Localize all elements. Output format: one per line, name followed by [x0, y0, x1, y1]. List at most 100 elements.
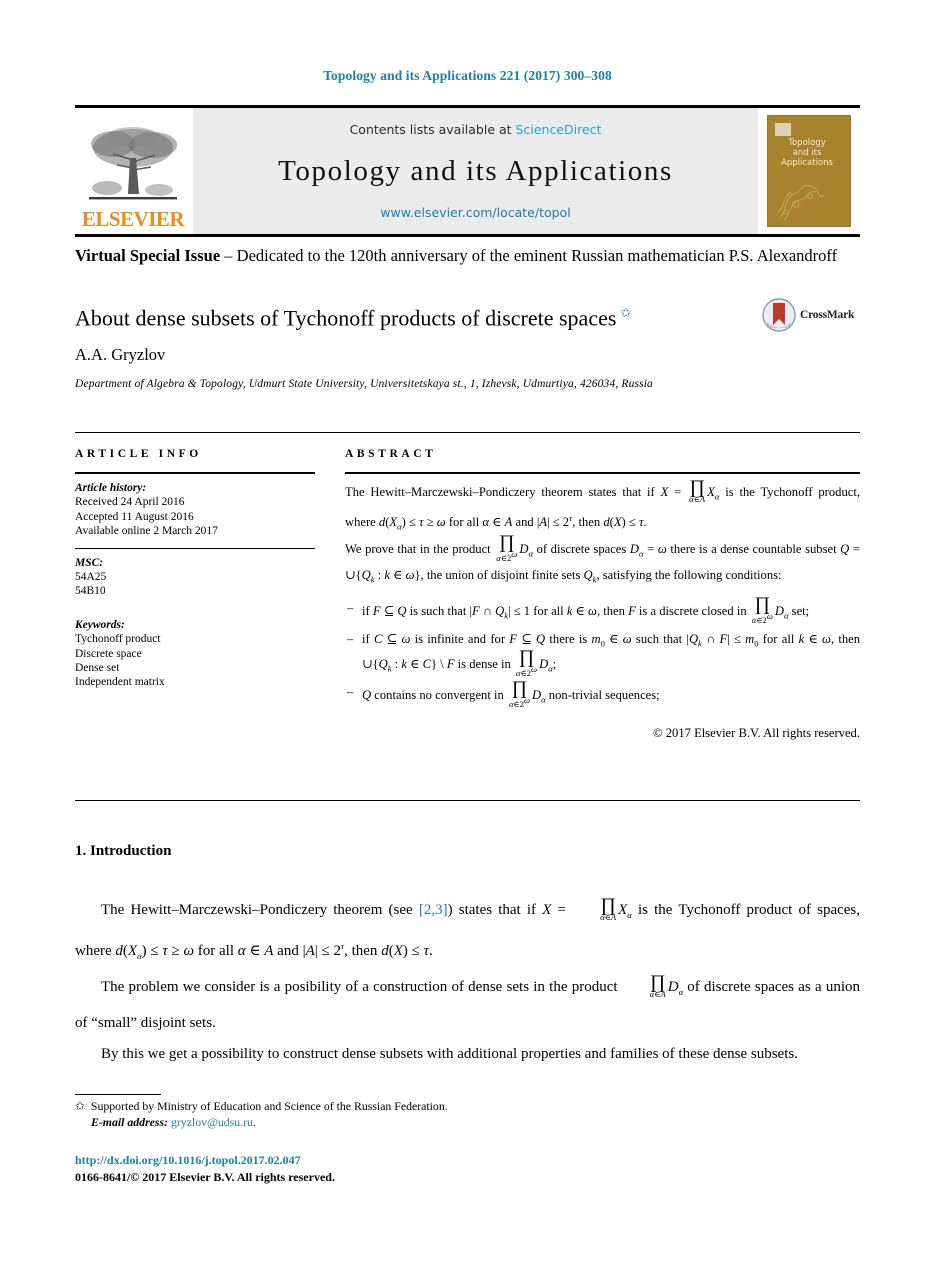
page-title: About dense subsets of Tychonoff product…	[75, 299, 715, 332]
abstract-paragraph-1: The Hewitt–Marczewski–Pondiczery theorem…	[345, 477, 860, 532]
cover-title-text: Topology and its Applications	[781, 138, 833, 168]
doi-link[interactable]: http://dx.doi.org/10.1016/j.topol.2017.0…	[75, 1152, 335, 1169]
journal-homepage-link[interactable]: www.elsevier.com/locate/topol	[380, 205, 570, 220]
footnote-rule	[75, 1094, 161, 1095]
cond2-seg-a: if	[362, 631, 374, 646]
keywords-block: Keywords: Tychonoff product Discrete spa…	[75, 618, 315, 690]
abstract-condition-2: if C ⊆ ω is infinite and for F ⊆ Q there…	[345, 630, 860, 678]
article-history-label: Article history:	[75, 482, 147, 494]
product-symbol-5: ∏ α∈2ω	[508, 678, 531, 710]
cond2-seg-b: is infinite and for	[410, 631, 510, 646]
introduction-body: The Hewitt–Marczewski–Pondiczery theorem…	[75, 895, 860, 1070]
cond2-seg-c: there is	[545, 631, 592, 646]
abs-p1-seg-c: for all	[445, 514, 483, 529]
cond2-seg-g: is dense in	[454, 657, 514, 672]
running-head: Topology and its Applications 221 (2017)…	[323, 68, 612, 83]
keyword-4: Independent matrix	[75, 676, 165, 689]
cond1-seg-a: if	[362, 603, 373, 618]
keyword-1: Tychonoff product	[75, 633, 161, 646]
cover-artwork-icon	[777, 185, 825, 221]
cond1-seg-b: is such that	[406, 603, 470, 618]
intro-paragraph-2: The problem we consider is a posibility …	[75, 971, 861, 1031]
msc-code-1: 54A25	[75, 571, 107, 584]
cond1-seg-d: , then	[596, 603, 629, 618]
author-affiliation: Department of Algebra & Topology, Udmurt…	[75, 378, 653, 390]
cond1-seg-c: for all	[530, 603, 567, 618]
cond2-seg-h: ;	[552, 657, 557, 672]
sciencedirect-link[interactable]: ScienceDirect	[516, 122, 602, 137]
cond3-seg-c: non-trivial sequences;	[545, 688, 660, 703]
divider-below-abstract	[75, 800, 860, 801]
product-symbol-3: ∏ α∈2ω	[751, 594, 773, 625]
reference-link-2-3[interactable]: [2,3]	[419, 902, 448, 918]
cond1-seg-f: set;	[788, 603, 810, 618]
intro-p1-seg-a: The Hewitt–Marczewski–Pondiczery theorem…	[101, 902, 419, 918]
divider-above-abstract	[75, 432, 860, 433]
intro-p1-seg-b: ) states that if	[447, 902, 543, 918]
abstract-heading: ABSTRACT	[345, 448, 437, 460]
history-accepted: Accepted 11 August 2016	[75, 510, 194, 523]
msc-label: MSC:	[75, 556, 104, 569]
abs-p1-seg-e: , then	[572, 514, 604, 529]
abs-p2-seg-a: We prove that in the product	[345, 542, 495, 557]
abs-p1-seg-a: The Hewitt–Marczewski–Pondiczery theorem…	[345, 485, 661, 499]
contents-available-line: Contents lists available at ScienceDirec…	[350, 122, 602, 137]
introduction-heading: 1. Introduction	[75, 843, 172, 859]
abstract-condition-1: if F ⊆ Q is such that |F ∩ Qk| ≤ 1 for a…	[345, 594, 860, 625]
title-text: About dense subsets of Tychonoff product…	[75, 305, 617, 331]
footnote-block: ✩ Supported by Ministry of Education and …	[75, 1098, 675, 1130]
crossmark-badge[interactable]: CrossMark	[762, 297, 862, 333]
intro-p1-seg-g: .	[428, 943, 433, 959]
keyword-3: Dense set	[75, 662, 120, 675]
special-issue-text: – Dedicated to the 120th anniversary of …	[220, 246, 838, 265]
intro-p1-seg-f: , then	[344, 943, 382, 959]
product-symbol-6: ∏ α∈A	[600, 894, 617, 922]
footnote-support-text: Supported by Ministry of Education and S…	[90, 1099, 448, 1113]
abstract-paragraph-2: We prove that in the product ∏ α∈2ω Dα of …	[345, 532, 860, 585]
intro-p1-seg-d: for all	[194, 943, 238, 959]
product-symbol-2: ∏ α∈2ω	[496, 532, 518, 564]
cover-elsevier-icon	[775, 123, 791, 136]
intro-paragraph-3: By this we get a possibility to construc…	[101, 1046, 798, 1062]
paper-page: Topology and its Applications 221 (2017)…	[0, 0, 935, 1266]
abs-p2-seg-d: , the union of disjoint finite sets	[420, 567, 584, 582]
msc-code-2: 54B10	[75, 585, 106, 598]
keyword-2: Discrete space	[75, 647, 142, 660]
email-link[interactable]: gryzlov@udsu.ru	[171, 1115, 253, 1129]
msc-rule	[75, 547, 315, 549]
special-issue-note: Virtual Special Issue – Dedicated to the…	[75, 245, 860, 266]
cond2-seg-d: such that	[631, 631, 687, 646]
abstract-column: ABSTRACT The Hewitt–Marczewski–Pondiczer…	[345, 448, 860, 744]
product-symbol-7: ∏ α∈A	[649, 971, 666, 999]
article-info-rule	[75, 472, 315, 474]
abstract-copyright: © 2017 Elsevier B.V. All rights reserved…	[653, 726, 860, 741]
elsevier-logo: ELSEVIER	[75, 108, 193, 234]
doi-block: http://dx.doi.org/10.1016/j.topol.2017.0…	[75, 1152, 335, 1186]
contents-prefix: Contents lists available at	[349, 122, 512, 137]
article-info-heading: ARTICLE INFO	[75, 448, 202, 460]
elsevier-tree-icon	[89, 127, 177, 200]
email-period: .	[252, 1115, 256, 1129]
abstract-body: The Hewitt–Marczewski–Pondiczery theorem…	[345, 477, 860, 744]
cond3-seg-b: contains no convergent in	[371, 688, 507, 703]
footnote-star-icon: ✩	[75, 1099, 85, 1113]
abstract-conditions-list: if F ⊆ Q is such that |F ∩ Qk| ≤ 1 for a…	[345, 594, 860, 710]
abs-p2-seg-c: there is a dense countable subset	[666, 542, 841, 557]
special-issue-label: Virtual Special Issue	[75, 246, 221, 265]
keywords-label: Keywords:	[75, 618, 125, 631]
product-symbol-4: ∏ α∈2ω	[515, 647, 538, 679]
article-info-column: ARTICLE INFO Article history: Received 2…	[75, 448, 315, 690]
abstract-condition-3: Q contains no convergent in ∏α∈2ωDα non-…	[345, 678, 860, 710]
masthead-center-band: Contents lists available at ScienceDirec…	[193, 108, 758, 234]
journal-masthead: ELSEVIER Contents lists available at Sci…	[75, 105, 860, 237]
intro-paragraph-1: The Hewitt–Marczewski–Pondiczery theorem…	[75, 894, 861, 961]
email-label: E-mail address:	[91, 1115, 169, 1129]
elsevier-wordmark: ELSEVIER	[81, 207, 185, 231]
product-symbol-1: ∏ α∈A	[689, 477, 706, 505]
footnote-support: ✩ Supported by Ministry of Education and …	[75, 1098, 675, 1114]
article-history-block: Article history: Received 24 April 2016 …	[75, 481, 315, 539]
crossmark-label: CrossMark	[800, 309, 855, 321]
history-available-online: Available online 2 March 2017	[75, 525, 218, 538]
footnote-email-line: E-mail address: gryzlov@udsu.ru.	[75, 1114, 675, 1130]
journal-title: Topology and its Applications	[278, 154, 673, 187]
